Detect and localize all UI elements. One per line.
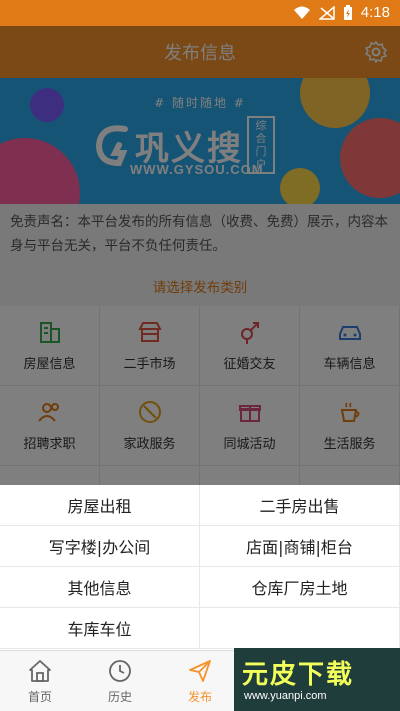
watermark-title: 元皮下载 [242, 660, 355, 690]
signal-icon [318, 5, 335, 20]
watermark-url: www.yuanpi.com [244, 690, 327, 702]
subcategory-popup: 房屋出租 二手房出售 写字楼|办公间 店面|商铺|柜台 其他信息 仓库厂房土地 … [0, 485, 400, 650]
clock-icon [109, 659, 131, 682]
home-icon [29, 659, 51, 682]
tab-home[interactable]: 首页 [0, 651, 80, 711]
option-storefront[interactable]: 店面|商铺|柜台 [200, 526, 400, 567]
tab-label: 历史 [107, 689, 132, 704]
tab-publish[interactable]: 发布 [160, 651, 240, 711]
battery-icon [343, 4, 352, 20]
wifi-icon [293, 6, 310, 19]
option-rent[interactable]: 房屋出租 [0, 485, 200, 526]
status-bar: 4:18 [0, 0, 400, 26]
option-office[interactable]: 写字楼|办公间 [0, 526, 200, 567]
site-watermark: 元皮下载 www.yuanpi.com [234, 648, 400, 711]
option-empty [200, 608, 400, 649]
option-other[interactable]: 其他信息 [0, 567, 200, 608]
option-warehouse[interactable]: 仓库厂房土地 [200, 567, 400, 608]
tab-label: 发布 [187, 689, 212, 704]
tab-history[interactable]: 历史 [80, 651, 160, 711]
status-time: 4:18 [360, 4, 390, 21]
option-used-house-sale[interactable]: 二手房出售 [200, 485, 400, 526]
option-garage[interactable]: 车库车位 [0, 608, 200, 649]
send-icon [189, 659, 211, 682]
tab-label: 首页 [27, 689, 52, 704]
